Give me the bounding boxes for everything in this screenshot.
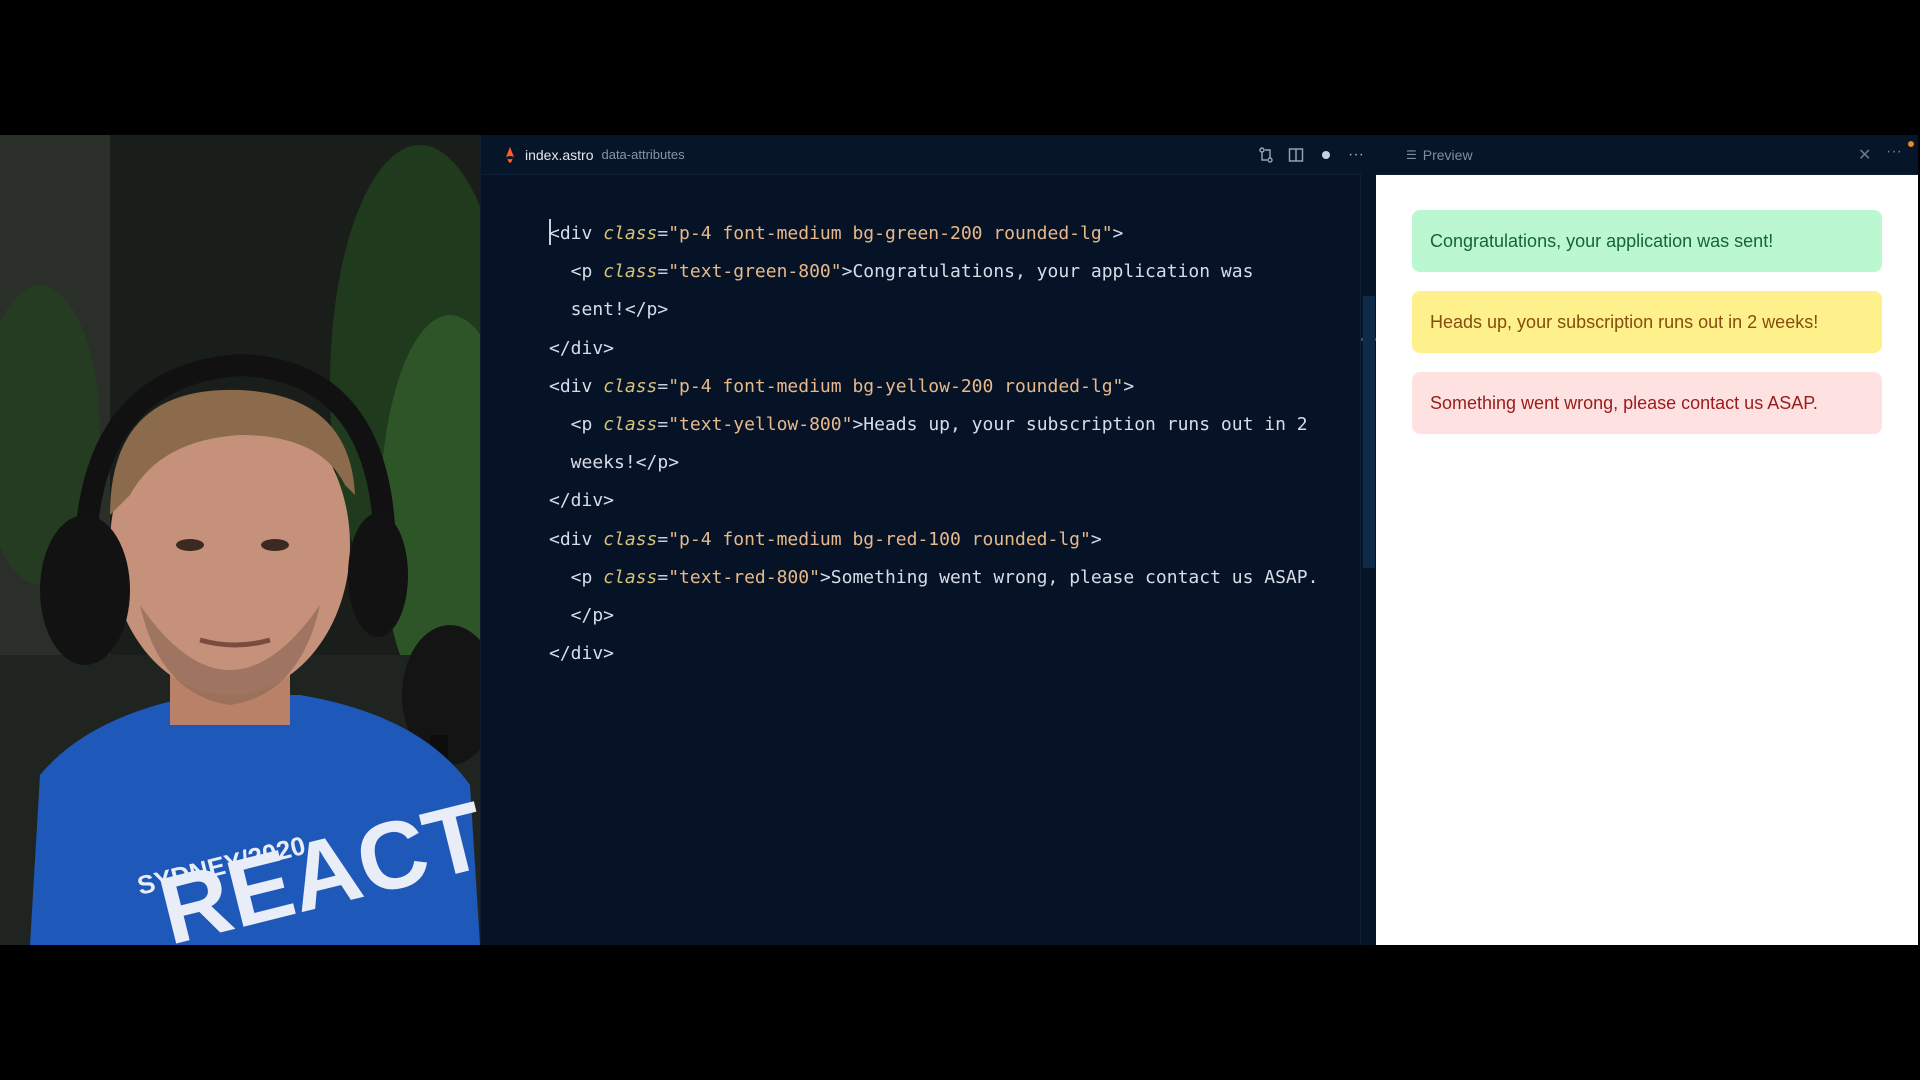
- code-token: weeks!: [549, 452, 636, 474]
- code-token: </div>: [549, 337, 615, 359]
- code-token: </p>: [635, 452, 680, 474]
- code-line[interactable]: weeks!</p>: [549, 444, 1347, 482]
- astro-file-icon: [506, 146, 514, 163]
- code-token: =: [657, 528, 669, 550]
- unsaved-changes-dot[interactable]: [1317, 146, 1335, 164]
- code-content[interactable]: <div class="p-4 font-medium bg-green-200…: [549, 215, 1347, 673]
- code-line[interactable]: <div class="p-4 font-medium bg-yellow-20…: [549, 368, 1347, 406]
- code-token: >: [1123, 375, 1135, 397]
- code-token: Something went wrong, please contact us …: [830, 566, 1319, 588]
- code-line[interactable]: <p class="text-red-800">Something went w…: [549, 559, 1347, 597]
- code-token: Heads up, your subscription runs out in …: [863, 413, 1308, 435]
- code-line[interactable]: sent!</p>: [549, 291, 1347, 329]
- alert-warning: Heads up, your subscription runs out in …: [1412, 291, 1882, 353]
- code-line[interactable]: </div>: [549, 330, 1347, 368]
- scrollbar-thumb[interactable]: [1363, 296, 1375, 568]
- tab-folder-name: data-attributes: [601, 147, 685, 162]
- code-line[interactable]: <p class="text-green-800">Congratulation…: [549, 253, 1347, 291]
- code-editor: index.astro data-attributes ··· <div cla…: [480, 135, 1377, 945]
- code-token: class: [603, 375, 658, 397]
- code-token: >: [1090, 528, 1102, 550]
- code-token: </p>: [624, 299, 669, 321]
- editor-actions: ···: [1257, 135, 1377, 174]
- code-token: <div: [549, 223, 604, 244]
- tab-file-name: index.astro: [525, 146, 594, 163]
- code-token: =: [657, 223, 669, 244]
- preview-title: Preview: [1422, 146, 1473, 163]
- code-token: <p: [549, 261, 604, 283]
- code-token: <div: [549, 375, 604, 397]
- notification-dot: [1908, 141, 1914, 147]
- code-token: class: [603, 528, 658, 550]
- alert-warning-text: Heads up, your subscription runs out in …: [1430, 311, 1819, 332]
- preview-tab[interactable]: ☰ Preview: [1406, 135, 1473, 174]
- code-token: Congratulations, your application was: [852, 261, 1254, 283]
- code-line[interactable]: <p class="text-yellow-800">Heads up, you…: [549, 406, 1347, 444]
- more-icon[interactable]: ···: [1886, 143, 1902, 161]
- code-line[interactable]: </p>: [549, 597, 1347, 635]
- code-token: >: [841, 261, 853, 283]
- code-token: <p: [549, 413, 604, 435]
- split-editor-icon[interactable]: [1287, 146, 1305, 164]
- code-token: =: [657, 413, 669, 435]
- code-line[interactable]: </div>: [549, 482, 1347, 520]
- code-token: "p-4 font-medium bg-yellow-200 rounded-l…: [668, 375, 1124, 397]
- code-token: "text-red-800": [668, 566, 820, 588]
- code-line[interactable]: <div class="p-4 font-medium bg-green-200…: [549, 215, 1347, 253]
- screen: SYDNEY/2020 REACT index.astro data-attri…: [0, 135, 1920, 945]
- more-icon[interactable]: ···: [1347, 146, 1365, 164]
- code-token: =: [657, 566, 669, 588]
- code-token: >: [852, 413, 864, 435]
- code-token: =: [657, 261, 669, 283]
- code-token: class: [603, 566, 658, 588]
- code-token: "p-4 font-medium bg-green-200 rounded-lg…: [668, 223, 1113, 244]
- editor-tab-bar: index.astro data-attributes ···: [481, 135, 1377, 175]
- code-token: </div>: [549, 490, 615, 512]
- preview-pane: ☰ Preview ✕ ··· Congratulations, your ap…: [1376, 135, 1918, 945]
- code-token: >: [1112, 223, 1124, 244]
- git-compare-icon[interactable]: [1257, 146, 1275, 164]
- code-token: class: [603, 261, 658, 283]
- code-token: class: [603, 223, 658, 244]
- code-token: sent!: [549, 299, 625, 321]
- editor-scrollbar[interactable]: [1360, 174, 1377, 945]
- alert-success: Congratulations, your application was se…: [1412, 210, 1882, 272]
- code-line[interactable]: </div>: [549, 635, 1347, 673]
- code-token: =: [657, 375, 669, 397]
- presenter-video: SYDNEY/2020 REACT: [0, 135, 480, 945]
- alert-error-text: Something went wrong, please contact us …: [1430, 392, 1818, 413]
- code-token: class: [603, 413, 658, 435]
- code-token: </div>: [549, 643, 615, 665]
- preview-tab-bar: ☰ Preview ✕ ···: [1376, 135, 1918, 175]
- code-token: >: [819, 566, 831, 588]
- code-line[interactable]: <div class="p-4 font-medium bg-red-100 r…: [549, 521, 1347, 559]
- preview-doc-icon: ☰: [1406, 147, 1417, 162]
- code-token: "p-4 font-medium bg-red-100 rounded-lg": [668, 528, 1091, 550]
- preview-content: Congratulations, your application was se…: [1412, 210, 1882, 453]
- close-icon[interactable]: ✕: [1858, 145, 1871, 165]
- webcam-feed: SYDNEY/2020 REACT: [0, 135, 480, 945]
- code-token: <div: [549, 528, 604, 550]
- code-token: "text-yellow-800": [668, 413, 853, 435]
- editor-tab-index-astro[interactable]: index.astro data-attributes: [503, 135, 685, 174]
- alert-error: Something went wrong, please contact us …: [1412, 372, 1882, 434]
- alert-success-text: Congratulations, your application was se…: [1430, 230, 1774, 251]
- code-token: "text-green-800": [668, 261, 842, 283]
- code-token: </p>: [549, 604, 615, 626]
- code-token: <p: [549, 566, 604, 588]
